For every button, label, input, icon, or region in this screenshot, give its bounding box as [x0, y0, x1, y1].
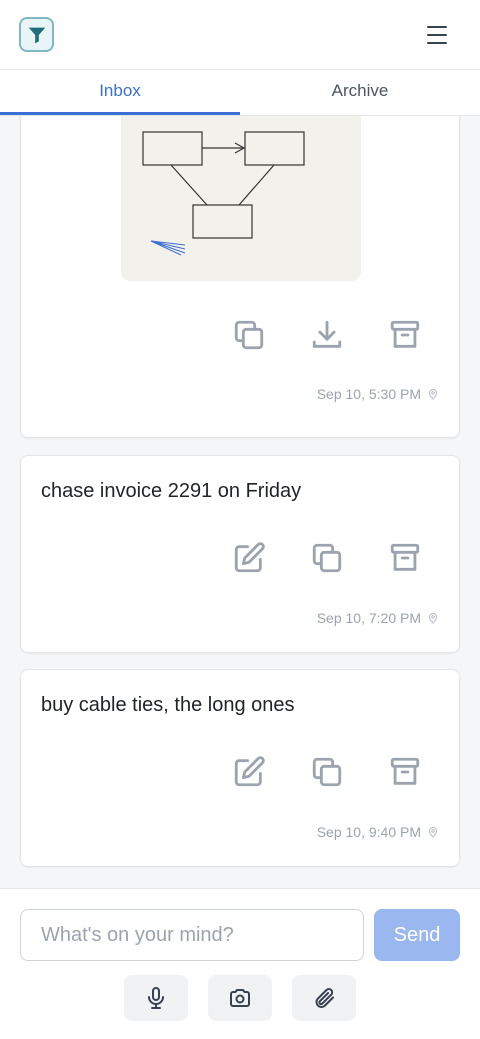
note-card: Sep 10, 5:30 PM: [20, 116, 460, 438]
tab-inbox[interactable]: Inbox: [0, 70, 240, 115]
note-card: buy cable ties, the long ones Sep 10, 9:…: [20, 669, 460, 867]
note-text[interactable]: chase invoice 2291 on Friday: [41, 480, 301, 503]
paperclip-icon[interactable]: [292, 975, 356, 1021]
timestamp: Sep 10, 9:40 PM: [317, 824, 439, 840]
hamburger-menu-icon[interactable]: [424, 24, 450, 46]
edit-icon[interactable]: [231, 754, 267, 790]
note-text[interactable]: buy cable ties, the long ones: [41, 694, 295, 717]
edit-icon[interactable]: [231, 540, 267, 576]
camera-icon[interactable]: [208, 975, 272, 1021]
archive-icon[interactable]: [387, 540, 423, 576]
message-input[interactable]: [20, 909, 364, 961]
microphone-icon[interactable]: [124, 975, 188, 1021]
funnel-logo-icon[interactable]: [19, 17, 54, 52]
timestamp: Sep 10, 7:20 PM: [317, 610, 439, 626]
tab-archive[interactable]: Archive: [240, 70, 480, 115]
location-pin-icon: [427, 612, 439, 624]
copy-icon[interactable]: [309, 540, 345, 576]
location-pin-icon: [427, 826, 439, 838]
sketch-image[interactable]: [121, 116, 361, 281]
copy-icon[interactable]: [309, 754, 345, 790]
notes-feed[interactable]: Sep 10, 5:30 PM chase invoice 2291 on Fr…: [0, 116, 480, 888]
card-actions: [231, 754, 423, 790]
archive-icon[interactable]: [387, 317, 423, 353]
card-actions: [231, 317, 423, 353]
composer: Send: [0, 888, 480, 1039]
app-header: [0, 0, 480, 70]
timestamp: Sep 10, 5:30 PM: [317, 386, 439, 402]
note-card: chase invoice 2291 on Friday Sep 10, 7:2…: [20, 455, 460, 653]
send-button[interactable]: Send: [374, 909, 460, 961]
copy-icon[interactable]: [231, 317, 267, 353]
location-pin-icon: [427, 388, 439, 400]
tab-bar: Inbox Archive: [0, 70, 480, 116]
download-icon[interactable]: [309, 317, 345, 353]
card-actions: [231, 540, 423, 576]
archive-icon[interactable]: [387, 754, 423, 790]
